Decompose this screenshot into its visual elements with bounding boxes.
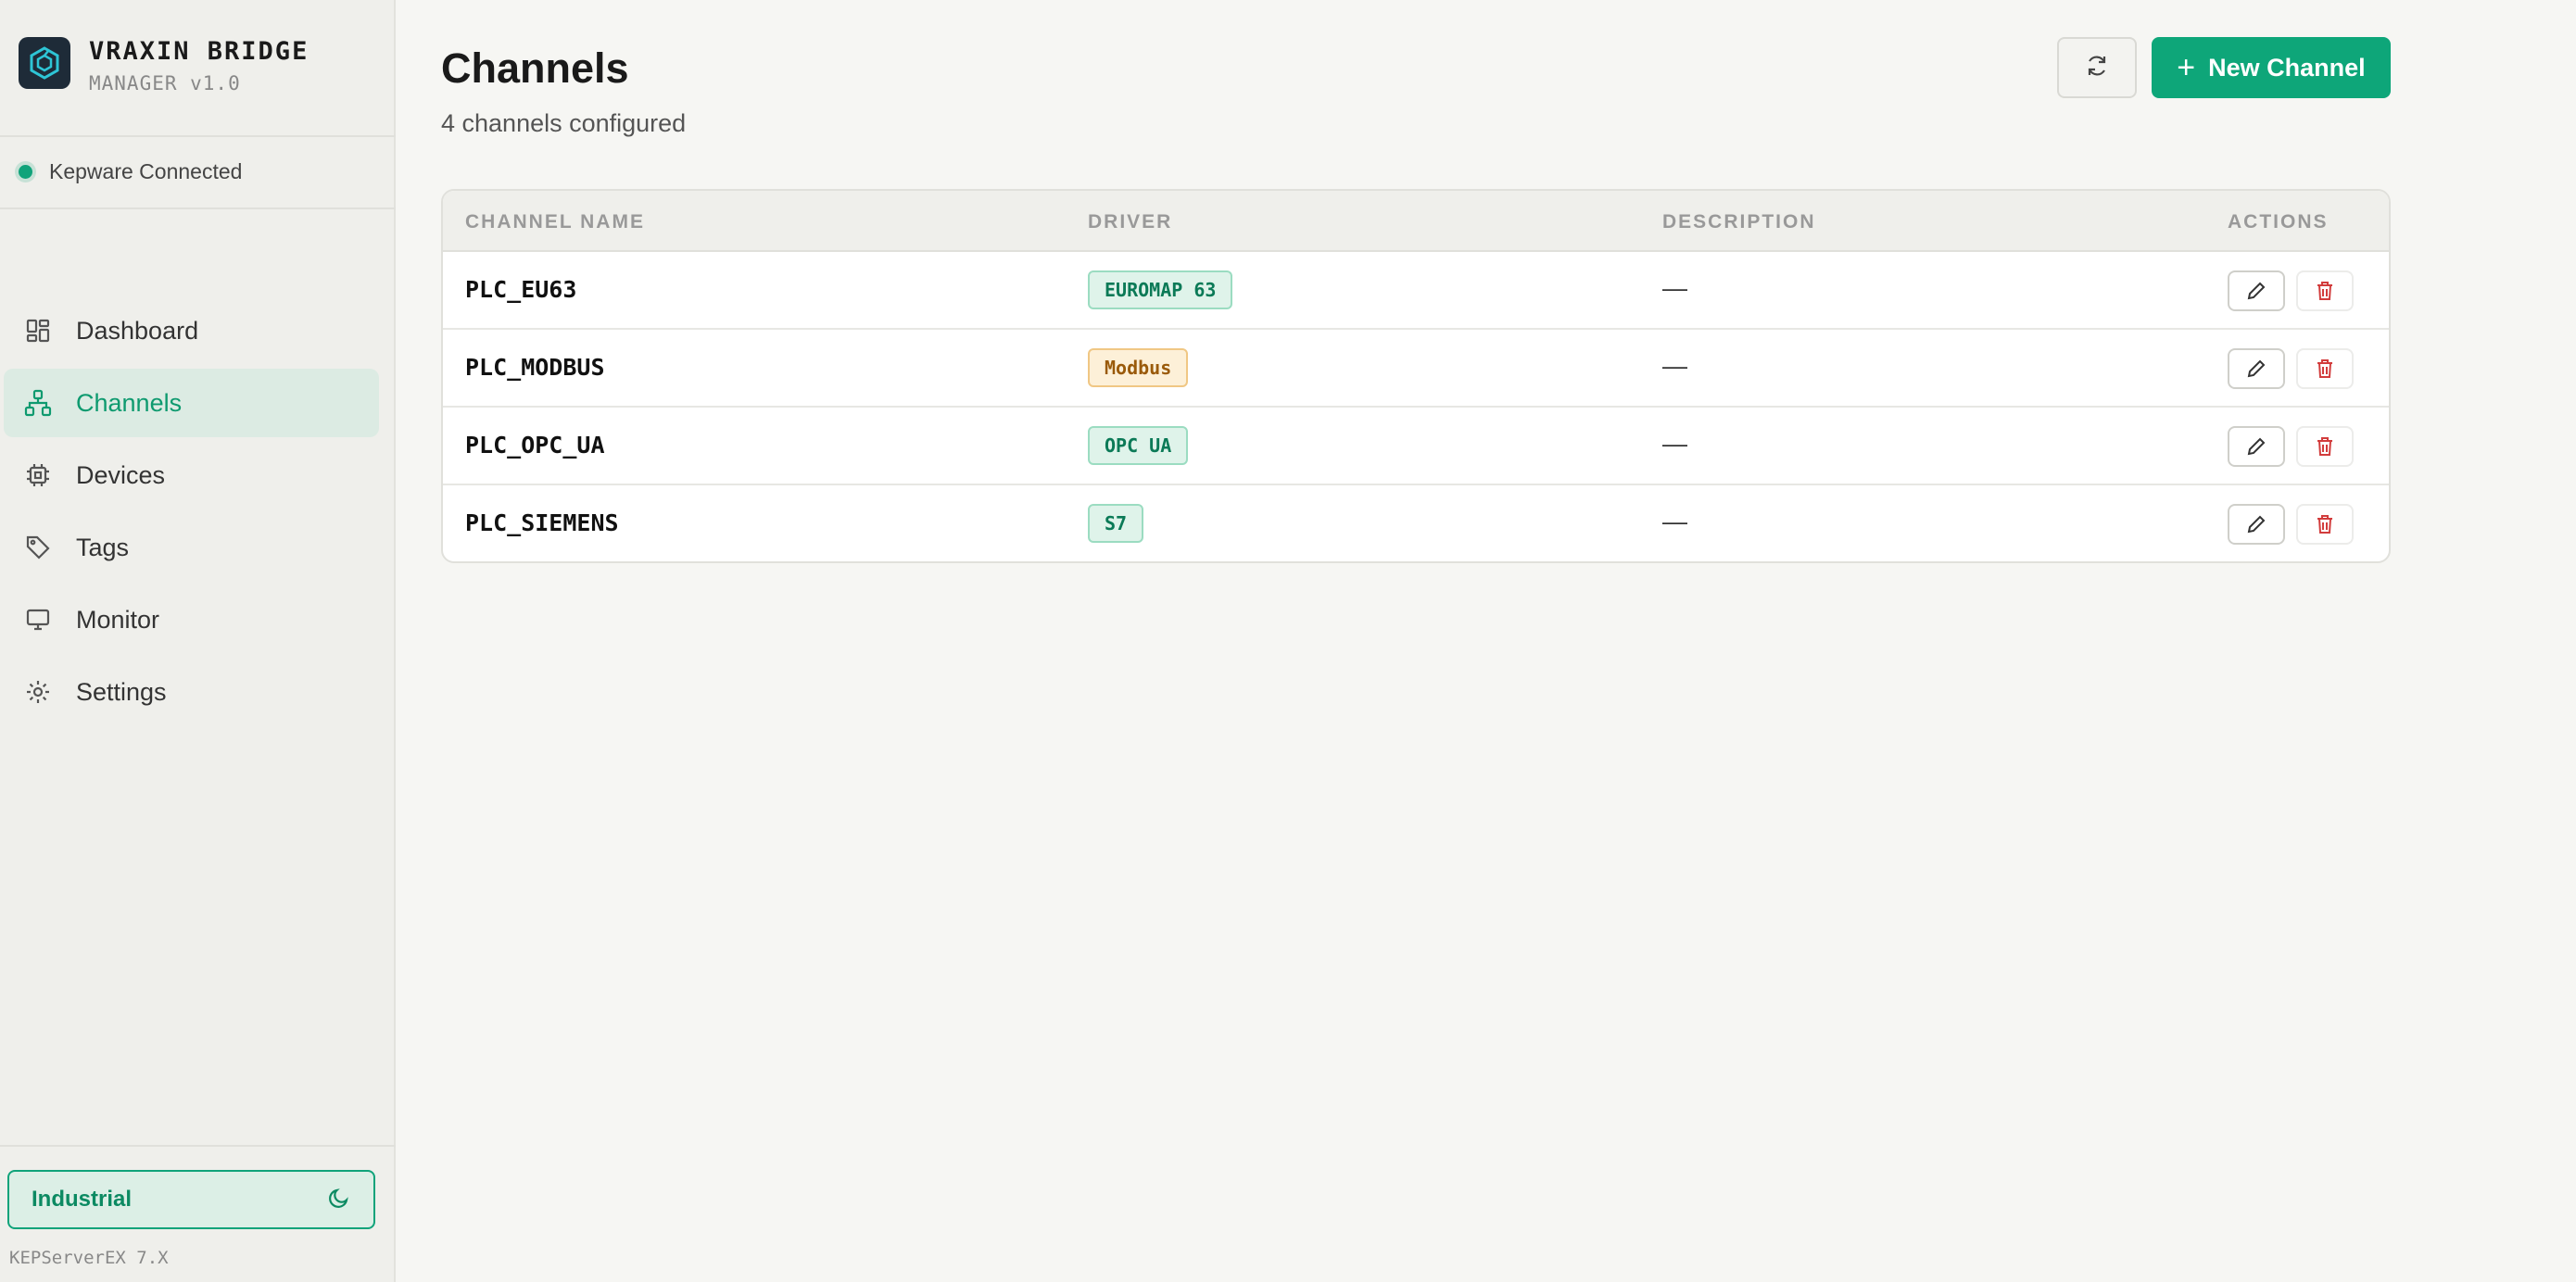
header-actions: ACTIONS bbox=[2228, 211, 2329, 233]
sidebar-item-dashboard[interactable]: Dashboard bbox=[4, 296, 379, 365]
edit-button[interactable] bbox=[2228, 348, 2285, 389]
refresh-icon bbox=[2084, 53, 2110, 83]
driver-badge: S7 bbox=[1088, 504, 1144, 543]
table-row: PLC_MODBUS Modbus — bbox=[443, 330, 2389, 408]
channel-name: PLC_MODBUS bbox=[465, 354, 605, 381]
plus-icon: + bbox=[2177, 50, 2196, 85]
channel-description: — bbox=[1662, 352, 1687, 380]
sidebar-nav: Dashboard Channels Devices Tags Monitor … bbox=[4, 296, 379, 730]
chip-icon bbox=[22, 459, 54, 491]
sidebar-item-label: Monitor bbox=[76, 605, 160, 634]
table-row: PLC_EU63 EUROMAP 63 — bbox=[443, 252, 2389, 330]
table-header: CHANNEL NAME DRIVER DESCRIPTION ACTIONS bbox=[443, 191, 2389, 252]
edit-button[interactable] bbox=[2228, 426, 2285, 467]
delete-button[interactable] bbox=[2296, 270, 2354, 311]
page-subtitle: 4 channels configured bbox=[441, 109, 687, 137]
delete-button[interactable] bbox=[2296, 348, 2354, 389]
gear-icon bbox=[22, 676, 54, 708]
table-row: PLC_SIEMENS S7 — bbox=[443, 485, 2389, 561]
connection-status-text: Kepware Connected bbox=[49, 159, 243, 183]
sidebar-item-label: Settings bbox=[76, 677, 167, 706]
logo-icon bbox=[19, 37, 70, 89]
sidebar-item-label: Dashboard bbox=[76, 316, 199, 345]
channels-icon bbox=[22, 387, 54, 419]
new-channel-button[interactable]: + New Channel bbox=[2152, 37, 2391, 98]
connection-status: Kepware Connected bbox=[19, 159, 242, 184]
pencil-icon bbox=[2247, 437, 2266, 456]
edit-button[interactable] bbox=[2228, 270, 2285, 311]
delete-button[interactable] bbox=[2296, 504, 2354, 545]
channel-name: PLC_OPC_UA bbox=[465, 432, 605, 459]
server-version: KEPServerEX 7.X bbox=[9, 1248, 169, 1268]
channel-name: PLC_EU63 bbox=[465, 276, 577, 303]
trash-icon bbox=[2317, 437, 2332, 456]
trash-icon bbox=[2317, 515, 2332, 534]
moon-icon bbox=[327, 1186, 351, 1214]
status-dot-icon bbox=[19, 165, 32, 179]
pencil-icon bbox=[2247, 282, 2266, 300]
channel-name: PLC_SIEMENS bbox=[465, 509, 619, 536]
theme-toggle-button[interactable]: Industrial bbox=[7, 1170, 375, 1229]
delete-button[interactable] bbox=[2296, 426, 2354, 467]
brand-subtitle: MANAGER v1.0 bbox=[89, 72, 241, 94]
divider bbox=[0, 207, 396, 209]
page-title: Channels bbox=[441, 44, 629, 92]
brand: VRAXIN BRIDGE MANAGER v1.0 bbox=[19, 37, 380, 94]
dashboard-icon bbox=[22, 315, 54, 346]
sidebar-item-tags[interactable]: Tags bbox=[4, 513, 379, 582]
channel-description: — bbox=[1662, 274, 1687, 302]
sidebar-item-channels[interactable]: Channels bbox=[4, 369, 379, 437]
new-channel-label: New Channel bbox=[2208, 53, 2366, 82]
theme-label: Industrial bbox=[32, 1187, 133, 1212]
table-row: PLC_OPC_UA OPC UA — bbox=[443, 408, 2389, 485]
header-driver: DRIVER bbox=[1088, 211, 1173, 233]
edit-button[interactable] bbox=[2228, 504, 2285, 545]
refresh-button[interactable] bbox=[2057, 37, 2137, 98]
driver-badge: EUROMAP 63 bbox=[1088, 270, 1233, 309]
driver-badge: Modbus bbox=[1088, 348, 1189, 387]
monitor-icon bbox=[22, 604, 54, 635]
pencil-icon bbox=[2247, 515, 2266, 534]
pencil-icon bbox=[2247, 359, 2266, 378]
header-description: DESCRIPTION bbox=[1662, 211, 1816, 233]
sidebar-item-label: Devices bbox=[76, 460, 166, 489]
channels-table: CHANNEL NAME DRIVER DESCRIPTION ACTIONS … bbox=[441, 189, 2391, 563]
sidebar: VRAXIN BRIDGE MANAGER v1.0 Kepware Conne… bbox=[0, 0, 396, 1282]
sidebar-item-settings[interactable]: Settings bbox=[4, 658, 379, 726]
sidebar-item-label: Tags bbox=[76, 533, 130, 561]
sidebar-item-label: Channels bbox=[76, 388, 183, 417]
tag-icon bbox=[22, 532, 54, 563]
divider bbox=[0, 1145, 396, 1147]
sidebar-item-devices[interactable]: Devices bbox=[4, 441, 379, 509]
header-channel-name: CHANNEL NAME bbox=[465, 211, 645, 233]
channel-description: — bbox=[1662, 508, 1687, 535]
driver-badge: OPC UA bbox=[1088, 426, 1189, 465]
channel-description: — bbox=[1662, 430, 1687, 458]
trash-icon bbox=[2317, 282, 2332, 300]
brand-title: VRAXIN BRIDGE bbox=[89, 37, 309, 66]
trash-icon bbox=[2317, 359, 2332, 378]
divider bbox=[0, 135, 396, 137]
sidebar-item-monitor[interactable]: Monitor bbox=[4, 585, 379, 654]
